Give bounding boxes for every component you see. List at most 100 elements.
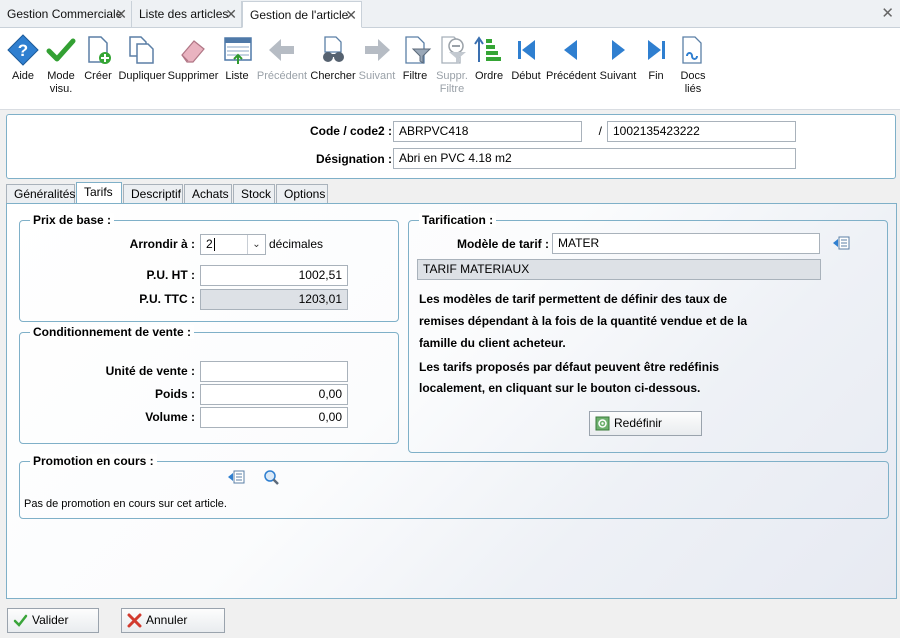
previous-label: Précédent <box>546 70 597 82</box>
close-icon[interactable]: ✕ <box>115 1 127 27</box>
arrondir-value: 2 <box>206 237 213 251</box>
tab-liste-des-articles[interactable]: Liste des articles ✕ <box>132 1 242 28</box>
tarifs-panel: Prix de base : Arrondir à : 2 ⌄ décimale… <box>6 203 897 599</box>
volume-field[interactable]: 0,00 <box>200 407 348 428</box>
first-label: Début <box>511 70 541 82</box>
linked-docs-icon <box>682 36 702 64</box>
tab-gestion-commerciale[interactable]: Gestion Commerciale ✕ <box>0 1 132 28</box>
pu-ht-label: P.U. HT : <box>146 268 195 282</box>
delete-button[interactable]: Supprimer <box>167 34 219 83</box>
designation-field[interactable]: Abri en PVC 4.18 m2 <box>393 148 796 169</box>
tab-generalites[interactable]: Généralités <box>6 184 75 204</box>
volume-label: Volume : <box>145 410 195 424</box>
group-title: Promotion en cours : <box>30 454 157 468</box>
next-record-button[interactable]: Suivant <box>357 34 397 83</box>
previous-record-label: Précédent <box>256 70 308 82</box>
sort-label: Ordre <box>474 70 504 82</box>
tarification-text-2b: localement, en cliquant sur le bouton ci… <box>419 381 701 395</box>
toolbar: ? Aide Mode visu. Créer Dupliquer Suppri… <box>0 28 900 110</box>
view-mode-label: Mode visu. <box>47 70 75 95</box>
poids-field[interactable]: 0,00 <box>200 384 348 405</box>
help-button[interactable]: ? Aide <box>4 34 42 83</box>
valider-button[interactable]: Valider <box>7 608 99 633</box>
search-button[interactable]: Chercher <box>310 34 356 83</box>
conditionnement-group: Conditionnement de vente : Unité de vent… <box>19 325 399 444</box>
tarification-group: Tarification : Modèle de tarif : MATER T… <box>408 213 888 453</box>
last-label: Fin <box>648 70 664 82</box>
unite-vente-label: Unité de vente : <box>105 364 195 378</box>
modele-tarif-field[interactable]: MATER <box>552 233 820 254</box>
filter-button[interactable]: Filtre <box>400 34 432 83</box>
tab-label: Liste des articles <box>139 7 229 21</box>
duplicate-icon <box>129 36 154 64</box>
duplicate-button[interactable]: Dupliquer <box>117 34 167 83</box>
group-title: Conditionnement de vente : <box>30 325 195 339</box>
promotion-list-icon[interactable] <box>227 469 245 485</box>
first-icon <box>518 40 535 60</box>
next-button[interactable]: Suivant <box>598 34 638 83</box>
sort-button[interactable]: Ordre <box>473 34 505 83</box>
previous-button[interactable]: Précédent <box>546 34 596 83</box>
arrondir-select[interactable]: 2 ⌄ <box>200 234 266 255</box>
eraser-icon <box>181 40 205 63</box>
previous-record-button[interactable]: Précédent <box>256 34 308 83</box>
group-title: Tarification : <box>419 213 497 227</box>
search-label: Chercher <box>310 70 356 82</box>
tab-label: Gestion de l'article <box>250 8 349 22</box>
tab-stock[interactable]: Stock <box>233 184 275 204</box>
tab-options[interactable]: Options <box>276 184 328 204</box>
linked-docs-label: Docs liés <box>680 70 706 95</box>
redefine-icon <box>595 416 610 431</box>
first-button[interactable]: Début <box>509 34 543 83</box>
code2-field[interactable]: 1002135423222 <box>607 121 796 142</box>
close-icon[interactable]: ✕ <box>225 1 237 27</box>
pu-ttc-label: P.U. TTC : <box>139 292 195 306</box>
create-button[interactable]: Créer <box>82 34 114 83</box>
code-label: Code / code2 : <box>309 124 392 138</box>
last-button[interactable]: Fin <box>641 34 671 83</box>
prix-de-base-group: Prix de base : Arrondir à : 2 ⌄ décimale… <box>19 213 399 322</box>
list-button[interactable]: Liste <box>222 34 252 83</box>
decimales-label: décimales <box>269 237 324 251</box>
list-label: Liste <box>225 70 249 82</box>
select-list-icon[interactable] <box>832 235 850 251</box>
designation-label: Désignation : <box>315 152 392 166</box>
cancel-icon <box>127 613 142 628</box>
window-close-icon[interactable]: ✕ <box>881 4 894 22</box>
tab-achats[interactable]: Achats <box>184 184 232 204</box>
next-label: Suivant <box>599 70 637 82</box>
tarification-text-1a: Les modèles de tarif permettent de défin… <box>419 292 728 306</box>
tab-tarifs[interactable]: Tarifs <box>76 182 122 204</box>
redefinir-button[interactable]: Redéfinir <box>589 411 702 436</box>
svg-text:?: ? <box>18 41 28 60</box>
article-header: Code / code2 : ABRPVC418 / 1002135423222… <box>6 114 896 179</box>
code-field[interactable]: ABRPVC418 <box>393 121 582 142</box>
pu-ht-field[interactable]: 1002,51 <box>200 265 348 286</box>
annuler-label: Annuler <box>146 613 188 627</box>
arrow-right-icon <box>365 39 390 61</box>
view-mode-button[interactable]: Mode visu. <box>44 34 78 96</box>
annuler-button[interactable]: Annuler <box>121 608 225 633</box>
tarification-text-1b: remises dépendant à la fois de la quanti… <box>419 314 748 328</box>
modele-tarif-label: Modèle de tarif : <box>456 237 549 251</box>
code-separator: / <box>598 124 602 138</box>
remove-filter-label: Suppr. Filtre <box>436 70 468 95</box>
check-icon <box>46 38 76 62</box>
tab-gestion-de-l-article[interactable]: Gestion de l'article ✕ <box>242 1 362 28</box>
close-icon[interactable]: ✕ <box>345 2 357 28</box>
chevron-down-icon[interactable]: ⌄ <box>247 235 265 254</box>
duplicate-label: Dupliquer <box>118 70 166 82</box>
arrow-left-icon <box>269 39 294 61</box>
filter-icon <box>405 36 432 64</box>
unite-vente-field[interactable] <box>200 361 348 382</box>
promotion-text: Pas de promotion en cours sur cet articl… <box>24 498 227 510</box>
binoculars-icon <box>323 36 344 62</box>
arrondir-label: Arrondir à : <box>129 237 195 251</box>
modele-tarif-description: TARIF MATERIAUX <box>417 259 821 280</box>
linked-docs-button[interactable]: Docs liés <box>676 34 710 96</box>
redefinir-label: Redéfinir <box>614 416 663 430</box>
magnifier-icon[interactable] <box>263 469 281 485</box>
remove-filter-icon <box>441 36 466 64</box>
tab-descriptif[interactable]: Descriptif <box>123 184 183 204</box>
remove-filter-button[interactable]: Suppr. Filtre <box>433 34 471 96</box>
